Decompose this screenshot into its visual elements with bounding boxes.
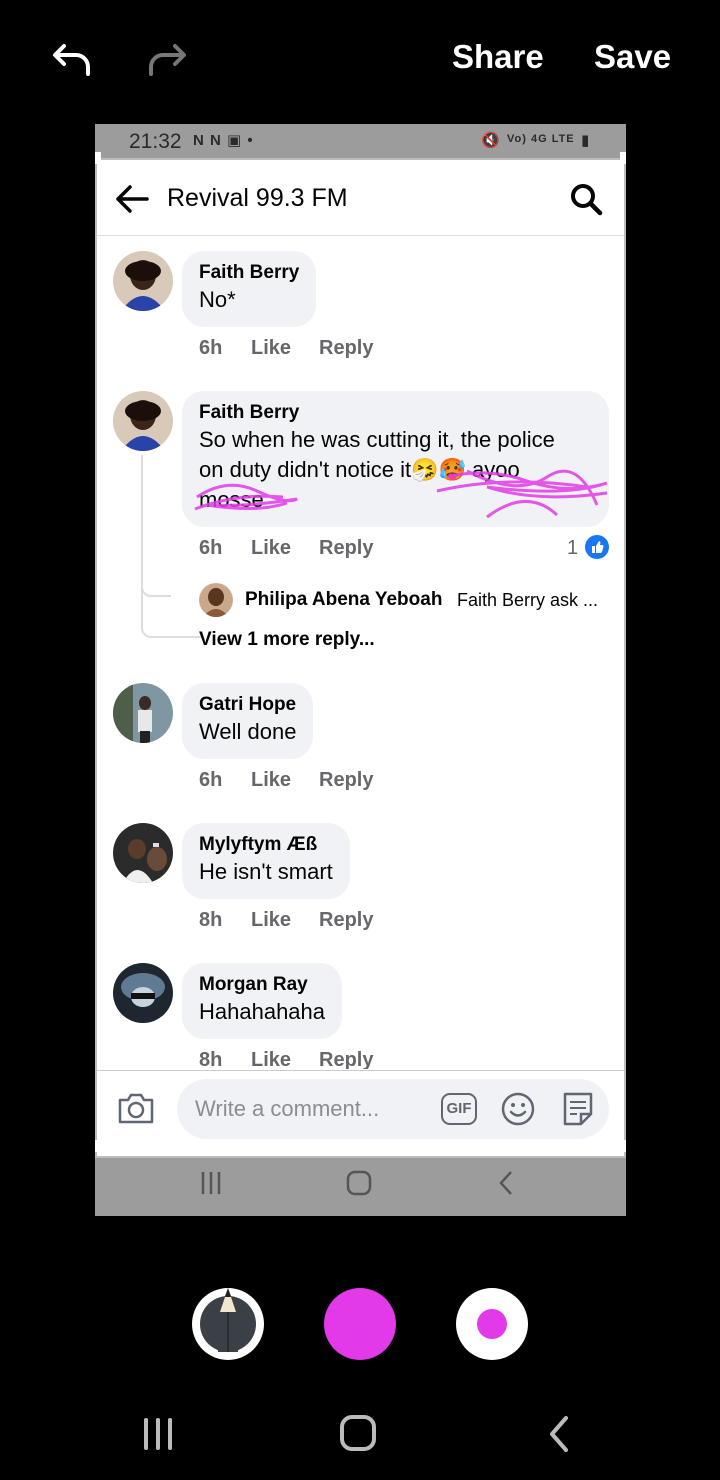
comment-author[interactable]: Gatri Hope bbox=[199, 693, 296, 717]
system-nav-bar bbox=[0, 1390, 720, 1480]
comment-text: No* bbox=[199, 287, 236, 312]
reply-text: Faith Berry ask ... bbox=[457, 590, 599, 610]
reply-button[interactable]: Reply bbox=[319, 1049, 373, 1069]
avatar[interactable] bbox=[113, 823, 173, 883]
comment-input-placeholder: Write a comment... bbox=[195, 1096, 380, 1121]
reply-button[interactable]: Reply bbox=[319, 337, 373, 360]
facebook-comments-screen: Revival 99.3 FM Faith Berry No* 6h Like … bbox=[95, 158, 626, 1158]
comment-time: 8h bbox=[199, 1049, 223, 1069]
reply-button[interactable]: Reply bbox=[319, 769, 373, 792]
pen-tool-icon[interactable] bbox=[192, 1288, 264, 1360]
avatar[interactable] bbox=[113, 683, 173, 743]
gif-icon[interactable]: GIF bbox=[441, 1093, 477, 1125]
status-bar: 21:32 N N ▣ • 🔇 Vo) 4G LTE ▮ bbox=[95, 124, 626, 158]
comment-text: Well done bbox=[199, 719, 297, 744]
comment-bubble: Mylyftym Æß He isn't smart bbox=[182, 823, 350, 899]
crop-handle[interactable] bbox=[95, 152, 101, 164]
reply-button[interactable]: Reply bbox=[319, 909, 373, 932]
reply-button[interactable]: Reply bbox=[319, 537, 373, 560]
comment-author[interactable]: Faith Berry bbox=[199, 401, 592, 425]
comment-time: 6h bbox=[199, 769, 223, 791]
like-button[interactable]: Like bbox=[251, 337, 291, 360]
comment-time: 6h bbox=[199, 537, 223, 559]
view-more-replies-link[interactable]: View 1 more reply... bbox=[199, 629, 375, 651]
undo-icon[interactable] bbox=[50, 36, 94, 80]
comment-bubble: Faith Berry No* bbox=[182, 251, 317, 327]
avatar[interactable] bbox=[113, 251, 173, 311]
recent-apps-icon bbox=[201, 1172, 221, 1194]
app-header: Revival 99.3 FM bbox=[97, 160, 624, 236]
comment-text: So when he was cutting it, the police bbox=[199, 427, 555, 452]
battery-icon: ▮ bbox=[581, 132, 591, 149]
sticker-icon[interactable] bbox=[559, 1090, 597, 1128]
thread-line bbox=[141, 455, 201, 638]
comment-list[interactable]: Faith Berry No* 6h Like Reply Faith Berr… bbox=[97, 237, 624, 1069]
like-button[interactable]: Like bbox=[251, 537, 291, 560]
comment-author[interactable]: Faith Berry bbox=[199, 261, 299, 285]
reaction-count[interactable]: 1 bbox=[567, 537, 578, 560]
home-icon bbox=[346, 1170, 372, 1196]
save-button[interactable]: Save bbox=[594, 38, 671, 76]
like-button[interactable]: Like bbox=[251, 1049, 291, 1069]
thumbs-up-icon bbox=[585, 535, 609, 559]
redo-icon[interactable] bbox=[145, 36, 189, 80]
avatar[interactable] bbox=[199, 583, 233, 617]
comment-composer: Write a comment... GIF bbox=[97, 1070, 624, 1146]
reply-preview[interactable]: Philipa Abena Yeboah Faith Berry ask ... bbox=[199, 583, 619, 619]
mute-icon: 🔇 bbox=[481, 132, 501, 149]
comment-bubble: Morgan Ray Hahahahaha bbox=[182, 963, 343, 1039]
page-title: Revival 99.3 FM bbox=[167, 184, 348, 212]
back-icon[interactable] bbox=[538, 1414, 582, 1454]
like-button[interactable]: Like bbox=[251, 769, 291, 792]
notification-icons: N N ▣ • bbox=[193, 132, 254, 149]
emoji-icon[interactable] bbox=[501, 1092, 535, 1126]
comment-time: 6h bbox=[199, 337, 223, 359]
comment-author[interactable]: Mylyftym Æß bbox=[199, 833, 333, 857]
screenshot-canvas[interactable]: 21:32 N N ▣ • 🔇 Vo) 4G LTE ▮ Revival 99.… bbox=[95, 124, 626, 1216]
reply-author[interactable]: Philipa Abena Yeboah bbox=[245, 589, 442, 611]
avatar[interactable] bbox=[113, 963, 173, 1023]
status-time: 21:32 bbox=[129, 130, 182, 153]
home-icon[interactable] bbox=[336, 1414, 380, 1454]
brush-size-icon[interactable] bbox=[456, 1288, 528, 1360]
comment-bubble: Gatri Hope Well done bbox=[182, 683, 314, 759]
like-button[interactable]: Like bbox=[251, 909, 291, 932]
avatar[interactable] bbox=[113, 391, 173, 451]
search-icon[interactable] bbox=[569, 182, 603, 216]
camera-icon[interactable] bbox=[117, 1091, 155, 1125]
recent-apps-icon[interactable] bbox=[136, 1414, 180, 1454]
comment-time: 8h bbox=[199, 909, 223, 931]
brush-size-indicator bbox=[477, 1309, 507, 1339]
comment-text: He isn't smart bbox=[199, 859, 333, 884]
inner-nav-bar bbox=[95, 1148, 626, 1216]
comment-text: Hahahahaha bbox=[199, 999, 326, 1024]
back-icon bbox=[499, 1171, 512, 1195]
network-status: Vo) 4G LTE bbox=[507, 133, 575, 145]
editor-toolbar: Share Save bbox=[0, 0, 720, 120]
comment-input[interactable]: Write a comment... GIF bbox=[177, 1079, 609, 1139]
comment-author[interactable]: Morgan Ray bbox=[199, 973, 325, 997]
share-button[interactable]: Share bbox=[452, 38, 544, 76]
crop-handle[interactable] bbox=[620, 152, 626, 164]
back-arrow-icon[interactable] bbox=[115, 184, 149, 214]
color-picker[interactable] bbox=[324, 1288, 396, 1360]
